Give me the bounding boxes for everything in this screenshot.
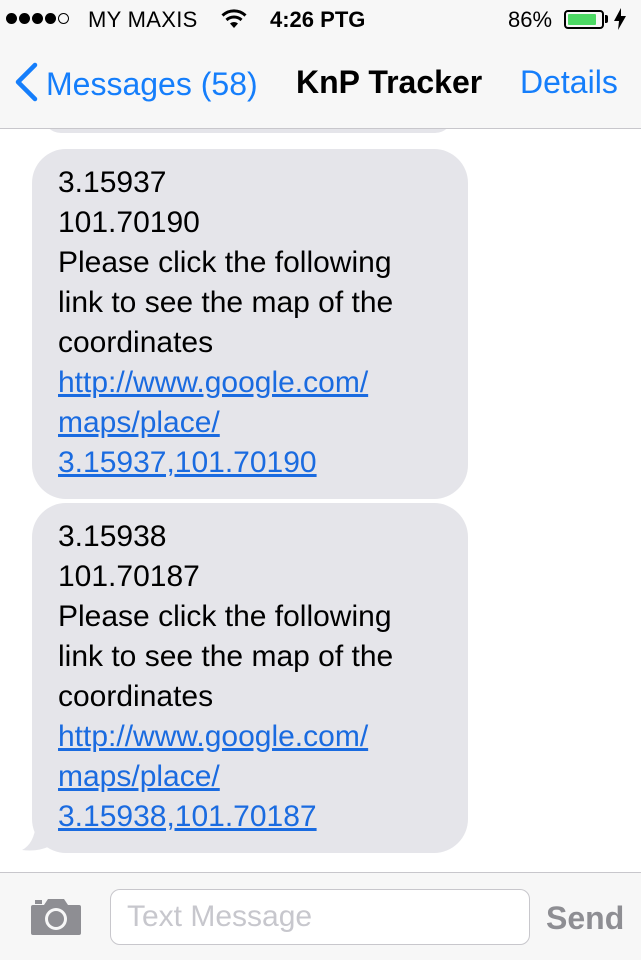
map-link[interactable]: 3.15937,101.70190 (58, 446, 317, 479)
charging-bolt-icon (614, 8, 626, 36)
battery-tip (605, 15, 608, 23)
battery-level-fill (568, 14, 596, 25)
message-longitude: 101.70190 (58, 206, 200, 239)
back-chevron-icon (14, 62, 38, 107)
camera-icon[interactable] (30, 897, 82, 942)
message-latitude: 3.15937 (58, 166, 167, 199)
map-link[interactable]: maps/place/ (58, 760, 220, 793)
status-time: 4:26 PTG (270, 7, 366, 32)
message-text-line: coordinates (58, 326, 214, 359)
details-button[interactable]: Details (520, 64, 618, 101)
message-input-bar: Send (0, 872, 641, 960)
message-text-line: link to see the map of the (58, 286, 394, 319)
message-bubble[interactable]: 3.15937 101.70190 Please click the follo… (32, 149, 468, 499)
message-bubble[interactable]: 3.15938 101.70187 Please click the follo… (32, 503, 468, 853)
message-thread[interactable]: 3.15937 101.70190 Please click the follo… (0, 129, 641, 872)
signal-dot (6, 13, 17, 24)
message-text-line: coordinates (58, 680, 214, 713)
message-latitude: 3.15938 (58, 520, 167, 553)
conversation-title: KnP Tracker (296, 64, 483, 100)
map-link[interactable]: http://www.google.com/ (58, 720, 368, 753)
battery-icon (564, 10, 604, 29)
send-button[interactable]: Send (546, 900, 624, 937)
carrier-name: MY MAXIS (88, 7, 198, 32)
signal-dot (19, 13, 30, 24)
back-button[interactable]: Messages (58) (14, 62, 258, 107)
bubble-tail (22, 824, 50, 851)
status-bar: MY MAXIS 4:26 PTG 86% (0, 0, 641, 40)
signal-dot (32, 13, 43, 24)
battery-percentage: 86% (508, 7, 553, 32)
previous-message-bubble (43, 129, 453, 133)
message-text-line: Please click the following (58, 246, 392, 279)
message-text-line: Please click the following (58, 600, 392, 633)
wifi-icon (221, 9, 247, 35)
back-label: Messages (58) (46, 66, 258, 102)
map-link[interactable]: http://www.google.com/ (58, 366, 368, 399)
message-text-line: link to see the map of the (58, 640, 394, 673)
text-message-input[interactable] (110, 889, 530, 945)
navigation-bar: Messages (58) KnP Tracker Details (0, 40, 641, 129)
map-link[interactable]: 3.15938,101.70187 (58, 800, 317, 833)
signal-strength-icon (6, 13, 69, 24)
message-longitude: 101.70187 (58, 560, 200, 593)
signal-dot-empty (58, 13, 69, 24)
signal-dot (45, 13, 56, 24)
map-link[interactable]: maps/place/ (58, 406, 220, 439)
